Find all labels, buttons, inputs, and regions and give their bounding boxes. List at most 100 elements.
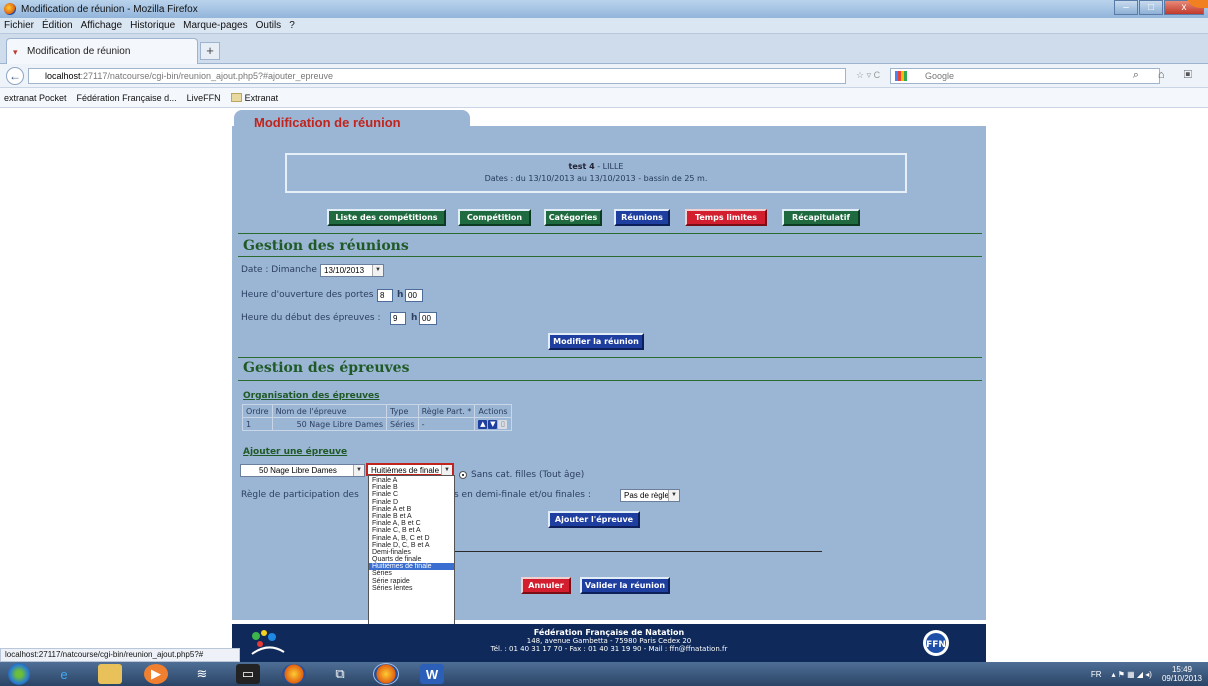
word-icon[interactable]: W bbox=[420, 664, 444, 684]
annuler-button[interactable]: Annuler bbox=[521, 577, 571, 594]
chevron-down-icon: ▼ bbox=[668, 490, 679, 501]
bookmark-liveffn[interactable]: LiveFFN bbox=[187, 93, 221, 103]
dropdown-option[interactable]: Finale D bbox=[369, 499, 454, 506]
dropdown-option[interactable]: Séries bbox=[369, 570, 454, 577]
new-tab-button[interactable]: + bbox=[200, 42, 220, 60]
epreuves-table: Ordre Nom de l'épreuve Type Règle Part. … bbox=[242, 404, 513, 431]
firefox-icon[interactable] bbox=[282, 664, 306, 684]
window-title: Modification de réunion - Mozilla Firefo… bbox=[21, 3, 198, 15]
competition-info: test 4 - LILLE Dates : du 13/10/2013 au … bbox=[285, 153, 907, 193]
ajouter-epreuve-button[interactable]: Ajouter l'épreuve bbox=[548, 511, 640, 528]
hour-separator: h bbox=[411, 313, 418, 323]
regle-select[interactable]: Pas de règle ▼ bbox=[620, 489, 680, 502]
dropdown-option[interactable]: Finale A, B et C bbox=[369, 520, 454, 527]
menu-help[interactable]: ? bbox=[289, 20, 295, 31]
firefox-active-icon[interactable] bbox=[373, 663, 399, 685]
menu-historique[interactable]: Historique bbox=[130, 20, 175, 31]
terminal-icon[interactable]: ▭ bbox=[236, 664, 260, 684]
sans-cat-label: Sans cat. filles (Tout âge) bbox=[471, 470, 585, 480]
liste-competitions-button[interactable]: Liste des compétitions bbox=[327, 209, 446, 226]
type-dropdown-list: Finale A Finale B Finale C Finale D Finale A… bbox=[368, 475, 455, 635]
move-up-icon[interactable]: ▲ bbox=[478, 420, 488, 429]
share-icon[interactable]: ⧉ bbox=[328, 664, 352, 684]
menu-edition[interactable]: Édition bbox=[42, 20, 73, 31]
dropdown-option[interactable]: Finale C, B et A bbox=[369, 527, 454, 534]
network-icon[interactable]: ≋ bbox=[190, 664, 214, 684]
language-indicator[interactable]: FR bbox=[1091, 670, 1102, 679]
modifier-reunion-button[interactable]: Modifier la réunion bbox=[548, 333, 644, 350]
browser-tab[interactable]: ▾ Modification de réunion bbox=[6, 38, 198, 64]
dropdown-option[interactable]: Finale B et A bbox=[369, 513, 454, 520]
media-player-icon[interactable]: ▶ bbox=[144, 664, 168, 684]
status-bar: localhost:27117/natcourse/cgi-bin/reunio… bbox=[0, 648, 240, 662]
competition-dates: Dates : du 13/10/2013 au 13/10/2013 - ba… bbox=[484, 174, 708, 183]
ouverture-minute-input[interactable]: 00 bbox=[405, 289, 423, 302]
cell-type: Séries bbox=[386, 417, 419, 431]
menu-affichage[interactable]: Affichage bbox=[81, 20, 123, 31]
url-bar-icons[interactable]: ☆ ▿ C bbox=[856, 70, 880, 81]
debut-minute-input[interactable]: 00 bbox=[419, 312, 437, 325]
chevron-down-icon: ▼ bbox=[353, 465, 364, 476]
column-header: Actions bbox=[474, 404, 513, 418]
sans-cat-radio[interactable] bbox=[459, 471, 467, 479]
temps-limites-button[interactable]: Temps limites bbox=[685, 209, 767, 226]
minimize-button[interactable]: – bbox=[1114, 0, 1138, 15]
dropdown-option[interactable]: Finale B bbox=[369, 484, 454, 491]
url-bar[interactable]: localhost:27117/natcourse/cgi-bin/reunio… bbox=[28, 68, 846, 84]
competition-name: test 4 bbox=[568, 162, 595, 171]
toolbar-icons[interactable]: ⌕ ⌂ ▣ bbox=[1133, 69, 1200, 82]
categories-button[interactable]: Catégories bbox=[544, 209, 602, 226]
dropdown-option[interactable]: Finale A bbox=[369, 477, 454, 484]
dropdown-option[interactable]: Séries lentes bbox=[369, 585, 454, 592]
dropdown-option[interactable]: Quarts de finale bbox=[369, 556, 454, 563]
menu-marque-pages[interactable]: Marque-pages bbox=[183, 20, 247, 31]
menu-fichier[interactable]: Fichier bbox=[4, 20, 34, 31]
tray-icons[interactable]: ▴ ⚑ ▦ ◢ ◂) bbox=[1111, 670, 1151, 679]
dropdown-option[interactable]: Huitièmes de finale bbox=[369, 563, 454, 571]
cell-nom: 50 Nage Libre Dames bbox=[271, 417, 388, 431]
ouverture-hour-input[interactable]: 8 bbox=[377, 289, 393, 302]
search-placeholder: Google bbox=[925, 71, 955, 81]
column-header: Nom de l'épreuve bbox=[271, 404, 388, 418]
date-label: Date : Dimanche bbox=[241, 265, 317, 275]
competition-button[interactable]: Compétition bbox=[458, 209, 531, 226]
ffn-favicon-icon: ▾ bbox=[13, 46, 18, 57]
browser-tab-label: Modification de réunion bbox=[27, 46, 131, 57]
menu-outils[interactable]: Outils bbox=[256, 20, 282, 31]
dropdown-option[interactable]: Finale A, B, C et D bbox=[369, 535, 454, 542]
delete-icon[interactable]: ▯ bbox=[498, 420, 508, 429]
chevron-down-icon: ▼ bbox=[372, 265, 383, 276]
dropdown-option[interactable]: Série rapide bbox=[369, 578, 454, 585]
move-down-icon[interactable]: ▼ bbox=[488, 420, 498, 429]
start-button[interactable] bbox=[8, 663, 30, 685]
dropdown-option[interactable]: Demi-finales bbox=[369, 549, 454, 556]
dropdown-option[interactable]: Finale C bbox=[369, 491, 454, 498]
bookmark-extranat[interactable]: Extranat bbox=[230, 92, 278, 103]
menu-bar: Fichier Édition Affichage Historique Mar… bbox=[0, 18, 1208, 34]
debut-hour-input[interactable]: 9 bbox=[390, 312, 406, 325]
dropdown-option[interactable]: Finale A et B bbox=[369, 506, 454, 513]
reunions-button[interactable]: Réunions bbox=[614, 209, 670, 226]
table-header-row: Ordre Nom de l'épreuve Type Règle Part. … bbox=[242, 404, 513, 418]
bookmark-federation[interactable]: Fédération Française d... bbox=[77, 93, 177, 103]
recapitulatif-button[interactable]: Récapitulatif bbox=[782, 209, 860, 226]
dropdown-option[interactable]: Finale D, C, B et A bbox=[369, 542, 454, 549]
section-divider bbox=[238, 233, 982, 234]
date-select[interactable]: 13/10/2013 ▼ bbox=[320, 264, 384, 277]
valider-reunion-button[interactable]: Valider la réunion bbox=[580, 577, 670, 594]
clock[interactable]: 15:49 09/10/2013 bbox=[1162, 665, 1202, 683]
bookmark-extranat-pocket[interactable]: extranat Pocket bbox=[4, 93, 67, 103]
debut-label: Heure du début des épreuves : bbox=[241, 313, 381, 323]
back-button[interactable]: ← bbox=[6, 67, 24, 85]
maximize-button[interactable]: □ bbox=[1139, 0, 1163, 15]
column-header: Type bbox=[386, 404, 419, 418]
ie-icon[interactable]: e bbox=[52, 664, 76, 684]
cell-ordre: 1 bbox=[242, 417, 273, 431]
column-header: Ordre bbox=[242, 404, 273, 418]
search-input[interactable]: Google bbox=[890, 68, 1160, 84]
epreuve-select[interactable]: 50 Nage Libre Dames ▼ bbox=[240, 464, 365, 477]
competition-city: - LILLE bbox=[594, 162, 624, 171]
cell-actions: ▲ ▼ ▯ bbox=[474, 417, 513, 431]
explorer-icon[interactable] bbox=[98, 664, 122, 684]
system-tray: FR ▴ ⚑ ▦ ◢ ◂) 15:49 09/10/2013 bbox=[1091, 665, 1202, 683]
